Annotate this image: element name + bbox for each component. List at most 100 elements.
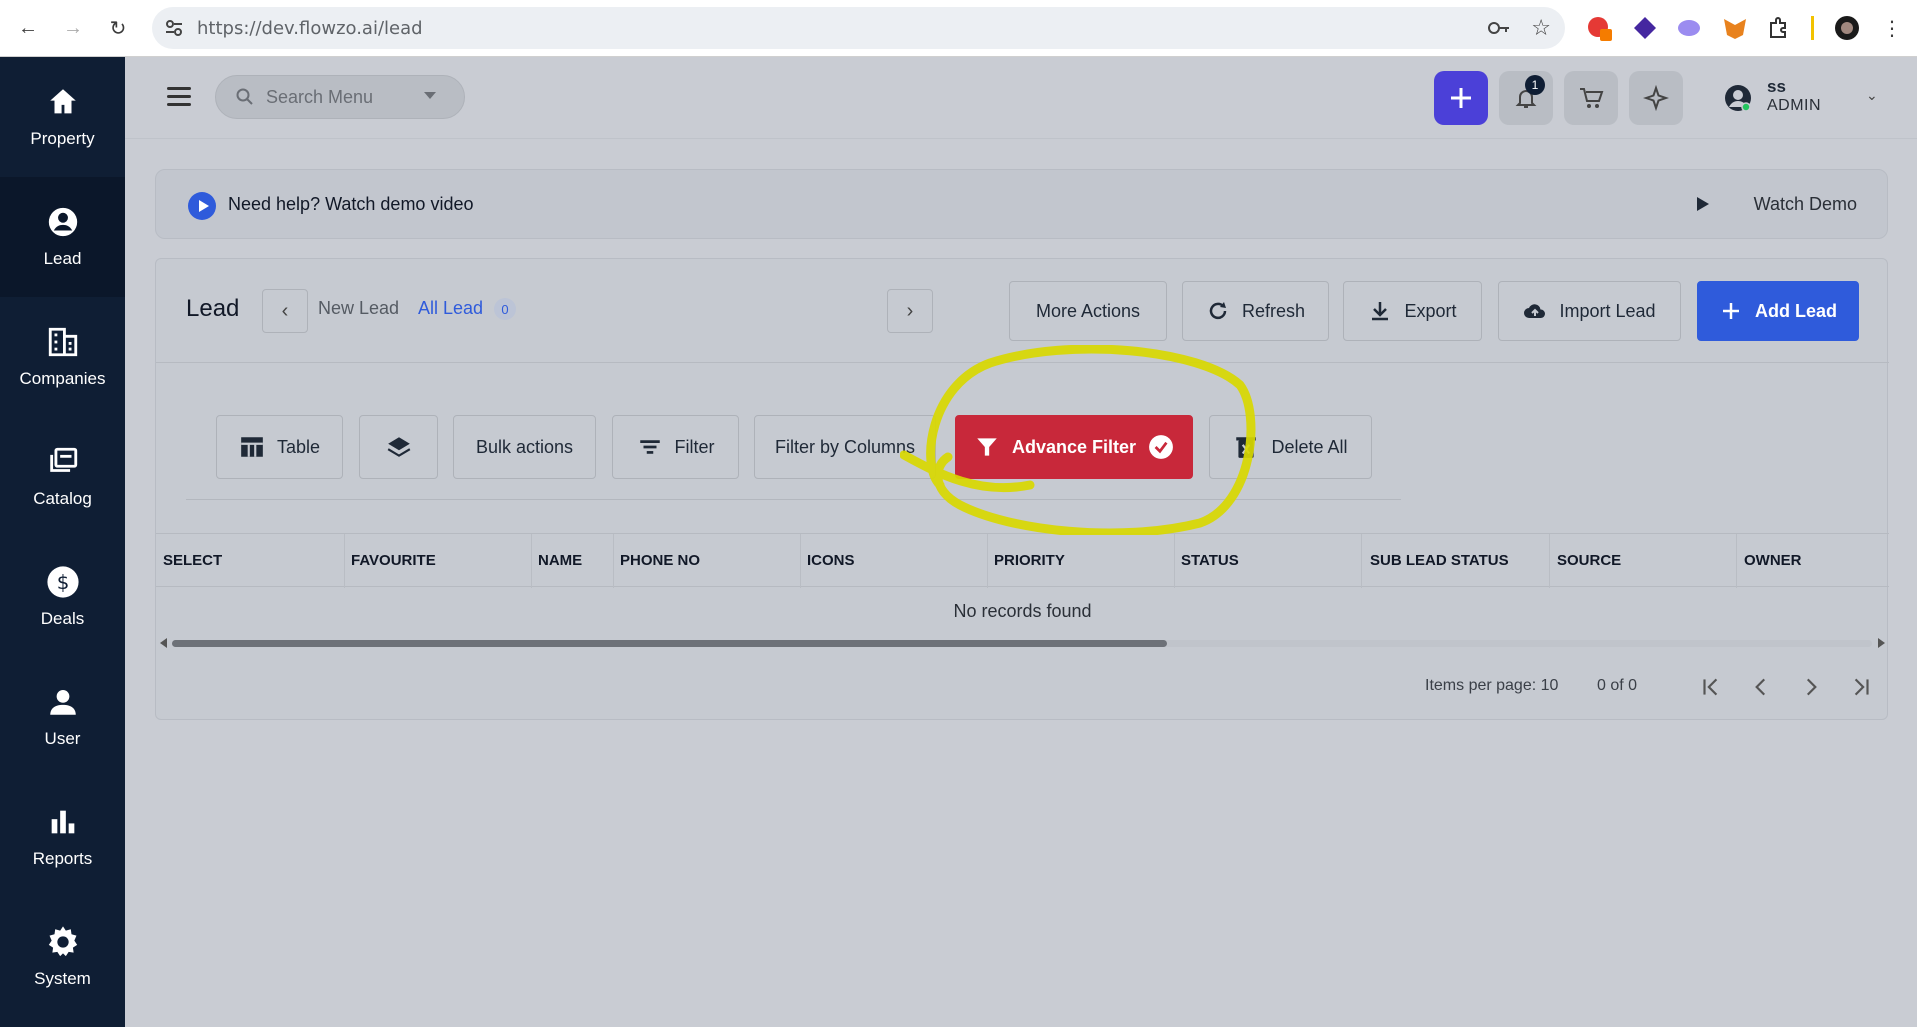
sparkle-icon: [1643, 85, 1669, 111]
play-icon[interactable]: [1697, 197, 1709, 211]
column-header-icons[interactable]: ICONS: [807, 552, 855, 569]
sidebar-item-deals[interactable]: $ Deals: [0, 537, 125, 657]
column-divider: [800, 534, 801, 588]
search-menu-input[interactable]: Search Menu: [215, 75, 465, 119]
sidebar-item-lead[interactable]: Lead: [0, 177, 125, 297]
sidebar-item-catalog[interactable]: Catalog: [0, 417, 125, 537]
column-header-favourite[interactable]: FAVOURITE: [351, 552, 436, 569]
horizontal-scrollbar[interactable]: [160, 637, 1885, 649]
layers-button[interactable]: [359, 415, 438, 479]
delete-all-button[interactable]: Delete All: [1209, 415, 1372, 479]
help-text: Need help? Watch demo video: [228, 194, 474, 214]
back-icon[interactable]: ←: [14, 14, 42, 42]
table-view-button[interactable]: Table: [216, 415, 343, 479]
advance-filter-button[interactable]: Advance Filter: [955, 415, 1193, 479]
cart-icon: [1580, 88, 1604, 108]
user-role: ADMIN: [1767, 97, 1822, 114]
user-menu[interactable]: ss ADMIN ⌄: [1723, 77, 1883, 121]
home-icon: [49, 89, 76, 114]
chevron-down-icon[interactable]: [424, 92, 436, 99]
sidebar-item-label: System: [34, 969, 91, 988]
tabs-next-button[interactable]: ›: [887, 289, 933, 333]
watch-demo-link[interactable]: Watch Demo: [1754, 194, 1857, 215]
column-divider: [1736, 534, 1737, 588]
ai-sparkle-button[interactable]: [1629, 71, 1683, 125]
extension-icon[interactable]: [1632, 15, 1658, 41]
import-lead-button[interactable]: Import Lead: [1498, 281, 1681, 341]
column-header-owner[interactable]: OWNER: [1744, 552, 1802, 569]
filter-lines-icon: [639, 440, 660, 454]
svg-text:$: $: [56, 571, 69, 594]
cart-button[interactable]: [1564, 71, 1618, 125]
chevron-right-icon: [1806, 678, 1817, 696]
refresh-button[interactable]: Refresh: [1182, 281, 1329, 341]
hamburger-menu-icon[interactable]: [167, 87, 191, 107]
quick-add-button[interactable]: [1434, 71, 1488, 125]
scrollbar-thumb[interactable]: [172, 640, 1167, 647]
sidebar-item-system[interactable]: System: [0, 897, 125, 1017]
column-header-priority[interactable]: PRIORITY: [994, 552, 1065, 569]
add-lead-label: Add Lead: [1754, 300, 1837, 321]
items-per-page-label[interactable]: Items per page: 10: [1425, 677, 1558, 695]
check-circle-icon: [1149, 435, 1173, 459]
first-page-button[interactable]: [1693, 669, 1729, 705]
extensions-puzzle-icon[interactable]: [1766, 15, 1792, 41]
more-actions-button[interactable]: More Actions: [1009, 281, 1167, 341]
tab-new-lead[interactable]: New Lead: [318, 298, 399, 319]
last-page-icon: [1854, 678, 1869, 696]
export-button[interactable]: Export: [1343, 281, 1482, 341]
forward-icon[interactable]: →: [59, 14, 87, 42]
sidebar-item-label: Catalog: [33, 489, 92, 508]
extension-icon[interactable]: [1586, 15, 1612, 41]
play-circle-icon[interactable]: [188, 192, 216, 220]
address-bar[interactable]: https://dev.flowzo.ai/lead ☆: [152, 7, 1565, 49]
tab-all-lead[interactable]: All Lead: [418, 298, 483, 319]
column-divider: [987, 534, 988, 588]
sidebar-item-reports[interactable]: Reports: [0, 777, 125, 897]
filter-by-columns-button[interactable]: Filter by Columns: [754, 415, 936, 479]
column-header-sub-lead-status[interactable]: SUB LEAD STATUS: [1370, 552, 1509, 569]
divider: [156, 362, 1889, 363]
filter-button[interactable]: Filter: [612, 415, 739, 479]
column-header-phone[interactable]: PHONE NO: [620, 552, 700, 569]
help-banner: Need help? Watch demo video Watch Demo: [155, 169, 1888, 239]
catalog-icon: [49, 447, 77, 472]
sidebar-item-user[interactable]: User: [0, 657, 125, 777]
browser-toolbar: ← → ↻ https://dev.flowzo.ai/lead ☆ ⋮: [0, 0, 1917, 57]
table-icon: [241, 437, 263, 457]
metamask-icon[interactable]: [1722, 15, 1748, 41]
column-header-name[interactable]: NAME: [538, 552, 582, 569]
site-settings-icon[interactable]: [164, 18, 184, 38]
next-page-button[interactable]: [1793, 669, 1829, 705]
tabs-prev-button[interactable]: ‹: [262, 289, 308, 333]
divider: [186, 499, 1401, 500]
bookmark-star-icon[interactable]: ☆: [1531, 15, 1551, 41]
profile-avatar-icon[interactable]: [1834, 15, 1860, 41]
user-circle-icon: [48, 207, 77, 237]
app-header: Search Menu 1 ss ADMIN ⌄: [125, 57, 1917, 139]
extension-icon[interactable]: [1676, 15, 1702, 41]
url-text[interactable]: https://dev.flowzo.ai/lead: [197, 18, 423, 39]
reload-icon[interactable]: ↻: [104, 14, 132, 42]
column-header-source[interactable]: SOURCE: [1557, 552, 1621, 569]
chevron-down-icon[interactable]: ⌄: [1866, 87, 1878, 104]
add-lead-button[interactable]: Add Lead: [1697, 281, 1859, 341]
last-page-button[interactable]: [1843, 669, 1879, 705]
prev-page-button[interactable]: [1743, 669, 1779, 705]
browser-menu-icon[interactable]: ⋮: [1878, 14, 1906, 42]
sidebar-item-label: User: [44, 729, 81, 748]
column-header-select[interactable]: SELECT: [163, 552, 222, 569]
plus-icon: [1451, 88, 1471, 108]
sidebar-item-companies[interactable]: Companies: [0, 297, 125, 417]
download-icon: [1372, 302, 1389, 321]
sidebar-item-property[interactable]: Property: [0, 57, 125, 177]
table-view-label: Table: [276, 436, 321, 457]
scroll-right-arrow-icon[interactable]: [1878, 638, 1885, 648]
notifications-button[interactable]: 1: [1499, 71, 1553, 125]
password-key-icon[interactable]: [1487, 17, 1511, 39]
bulk-actions-button[interactable]: Bulk actions: [453, 415, 596, 479]
column-divider: [531, 534, 532, 588]
column-header-status[interactable]: STATUS: [1181, 552, 1239, 569]
layers-icon: [387, 437, 410, 457]
scroll-left-arrow-icon[interactable]: [160, 638, 167, 648]
